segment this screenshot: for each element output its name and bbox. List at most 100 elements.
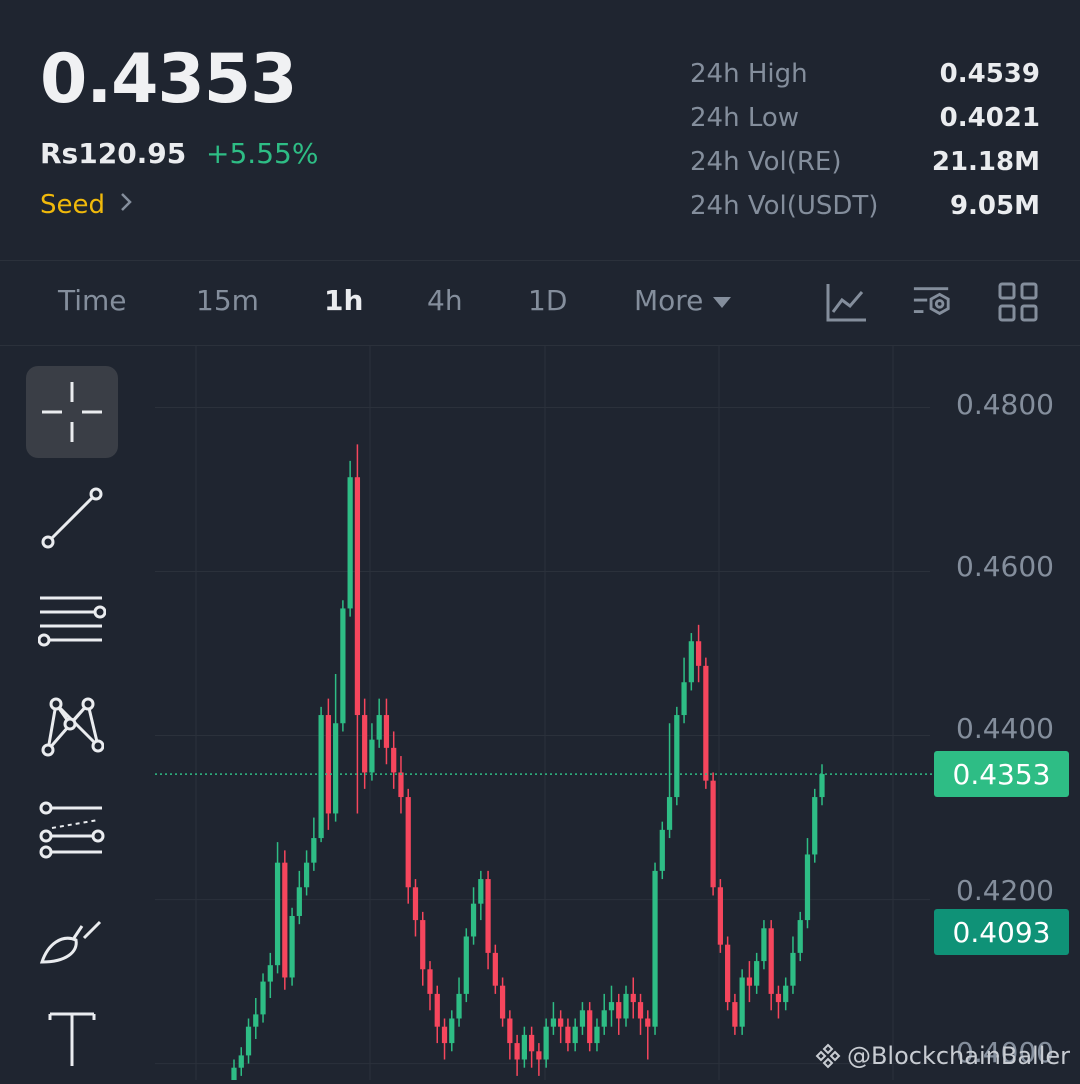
tab-1d[interactable]: 1D [528, 284, 567, 317]
candle-down [536, 1043, 542, 1076]
candle-down [710, 772, 716, 896]
stat-row: 24h High 0.4539 [690, 52, 1040, 96]
stat-value: 21.18M [931, 147, 1040, 177]
candle-up [274, 842, 281, 974]
candle-down [630, 977, 636, 1019]
candle-body [761, 928, 767, 962]
candle-body [427, 969, 433, 994]
candlestick-chart[interactable] [0, 346, 1080, 1080]
candle-body [645, 1018, 651, 1027]
candle-up [245, 1018, 252, 1064]
candle-up [739, 969, 745, 1035]
candle-body [623, 993, 629, 1019]
candle-down [362, 698, 368, 789]
candle-up [253, 997, 259, 1039]
candle-down [282, 850, 288, 990]
tab-15m[interactable]: 15m [196, 284, 259, 317]
candle-down [746, 961, 753, 1003]
secondary-price-tag: 0.4093 [934, 909, 1069, 956]
candle-body [739, 977, 745, 1027]
candle-body [398, 772, 404, 798]
horizontal-lines-icon [38, 596, 106, 647]
candle-up [819, 764, 825, 806]
candle-body [819, 774, 825, 798]
stat-label: 24h Low [690, 103, 800, 133]
candle-up [623, 985, 629, 1027]
horizontal-lines-tool[interactable] [26, 576, 118, 668]
settings-filter-icon[interactable] [912, 282, 952, 322]
candle-body [470, 903, 477, 937]
candle-body [434, 993, 440, 1027]
candle-up [688, 633, 694, 691]
indicator-chart-icon[interactable] [826, 282, 866, 322]
candle-body [695, 641, 702, 666]
seed-tag-link[interactable]: Seed [40, 190, 133, 220]
text-tool[interactable] [26, 992, 118, 1084]
watermark: @BlockchainBaller [815, 1042, 1070, 1070]
layout-grid-icon[interactable] [998, 282, 1038, 322]
trend-line-tool[interactable] [26, 472, 118, 564]
last-price: 0.4353 [40, 40, 297, 119]
candle-body [318, 715, 324, 839]
candle-body [630, 993, 636, 1003]
candle-down [768, 920, 774, 1011]
candle-body [340, 608, 346, 724]
brush-icon [39, 920, 102, 964]
candle-down [695, 624, 702, 683]
candle-up [303, 850, 310, 896]
candle-body [616, 1002, 622, 1019]
candle-body [572, 1026, 578, 1044]
candle-down [405, 788, 411, 904]
candle-down [391, 731, 397, 789]
crosshair-tool[interactable] [26, 366, 118, 458]
trend-line-icon [41, 487, 103, 549]
candle-body [391, 747, 397, 773]
candle-down [441, 1018, 448, 1060]
candle-down [637, 993, 644, 1035]
candle-body [652, 870, 658, 1027]
y-tick-label: 0.4800 [956, 388, 1054, 421]
candle-body [333, 723, 339, 814]
candle-up [608, 985, 615, 1027]
candle-down [616, 993, 622, 1035]
binance-logo-icon [815, 1043, 841, 1069]
candle-body [311, 838, 317, 863]
pattern-icon [41, 697, 104, 757]
candle-body [282, 862, 288, 978]
tab-1h[interactable]: 1h [324, 284, 363, 317]
candle-body [478, 879, 484, 904]
y-tick-label: 0.4400 [956, 712, 1054, 745]
brush-tool[interactable] [26, 890, 118, 982]
stat-label: 24h High [690, 59, 808, 89]
candle-body [362, 715, 368, 773]
crosshair-icon [42, 382, 102, 442]
candle-up [681, 657, 687, 724]
candle-up [797, 911, 803, 962]
candle-body [754, 961, 760, 986]
candle-body [296, 887, 302, 916]
chart-area[interactable]: 0.4800 0.4600 0.4400 0.4200 0.4000 0.435… [0, 346, 1080, 1080]
fib-channel-tool[interactable] [26, 786, 118, 878]
candle-body [231, 1067, 237, 1080]
candle-body [790, 952, 796, 986]
pattern-tool[interactable] [26, 680, 118, 772]
candle-body [456, 993, 462, 1019]
tab-more[interactable]: More [634, 284, 732, 317]
candle-up [238, 1047, 244, 1076]
candle-down [383, 698, 390, 765]
candle-up [550, 1002, 557, 1035]
stat-row: 24h Low 0.4021 [690, 96, 1040, 140]
stat-value: 9.05M [949, 191, 1040, 221]
candle-body [550, 1018, 557, 1027]
stat-label: 24h Vol(USDT) [690, 191, 879, 221]
candle-up [543, 1018, 549, 1068]
candle-body [441, 1026, 448, 1044]
candle-down [775, 985, 782, 1019]
tab-4h[interactable]: 4h [427, 284, 463, 317]
tab-time[interactable]: Time [58, 284, 127, 317]
candle-body [558, 1018, 564, 1027]
candle-up [521, 1026, 527, 1068]
candle-down [485, 870, 491, 970]
watermark-text: @BlockchainBaller [846, 1042, 1070, 1070]
candle-body [463, 936, 469, 994]
